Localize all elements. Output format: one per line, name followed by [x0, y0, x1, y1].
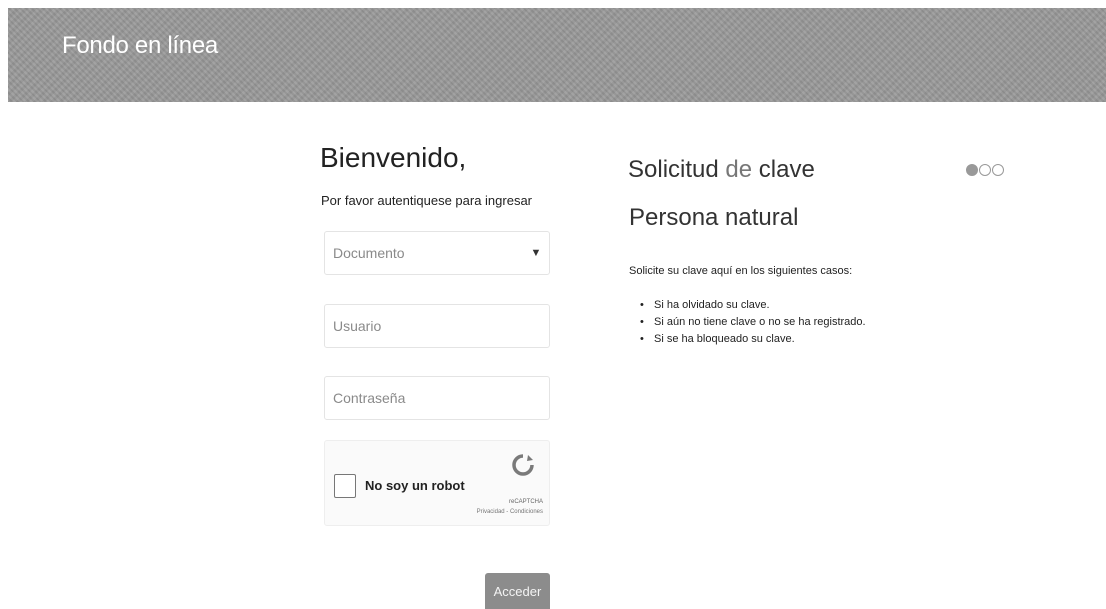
carousel-dot-1[interactable]	[966, 164, 978, 176]
recaptcha-label: No soy un robot	[365, 478, 465, 493]
document-type-select[interactable]: Documento ▼	[324, 231, 550, 275]
header-banner: Fondo en línea	[8, 8, 1106, 102]
request-title-highlight: de	[725, 156, 753, 183]
person-type-heading: Persona natural	[629, 204, 799, 231]
list-item: Si se ha bloqueado su clave.	[638, 331, 866, 348]
username-placeholder: Usuario	[333, 318, 382, 334]
username-field[interactable]: Usuario	[324, 304, 550, 348]
password-field[interactable]: Contraseña	[324, 376, 550, 420]
carousel-indicators	[966, 164, 1004, 176]
recaptcha-terms-link[interactable]: Privacidad - Condiciones	[477, 509, 543, 515]
recaptcha-brand: reCAPTCHA	[508, 499, 543, 505]
welcome-subtitle: Por favor autentiquese para ingresar	[321, 193, 533, 208]
password-placeholder: Contraseña	[333, 390, 406, 406]
app-title: Fondo en línea	[62, 32, 218, 59]
document-type-value: Documento	[333, 245, 405, 261]
list-item: Si aún no tiene clave o no se ha registr…	[638, 314, 866, 331]
recaptcha-checkbox[interactable]	[334, 474, 356, 498]
list-item: Si ha olvidado su clave.	[638, 297, 866, 314]
request-title-end: clave	[758, 156, 815, 183]
carousel-dot-3[interactable]	[992, 164, 1004, 176]
recaptcha-logo-icon	[512, 454, 534, 476]
login-button[interactable]: Acceder	[485, 573, 550, 609]
dropdown-arrow-icon: ▼	[530, 247, 542, 259]
request-cases-list: Si ha olvidado su clave. Si aún no tiene…	[638, 297, 866, 348]
request-title: Solicitud de clave	[628, 156, 815, 184]
welcome-heading: Bienvenido,	[320, 142, 467, 173]
request-title-start: Solicitud	[628, 156, 719, 183]
carousel-dot-2[interactable]	[979, 164, 991, 176]
recaptcha-widget: No soy un robot reCAPTCHA Privacidad - C…	[324, 440, 550, 526]
request-intro: Solicite su clave aquí en los siguientes…	[629, 265, 853, 277]
